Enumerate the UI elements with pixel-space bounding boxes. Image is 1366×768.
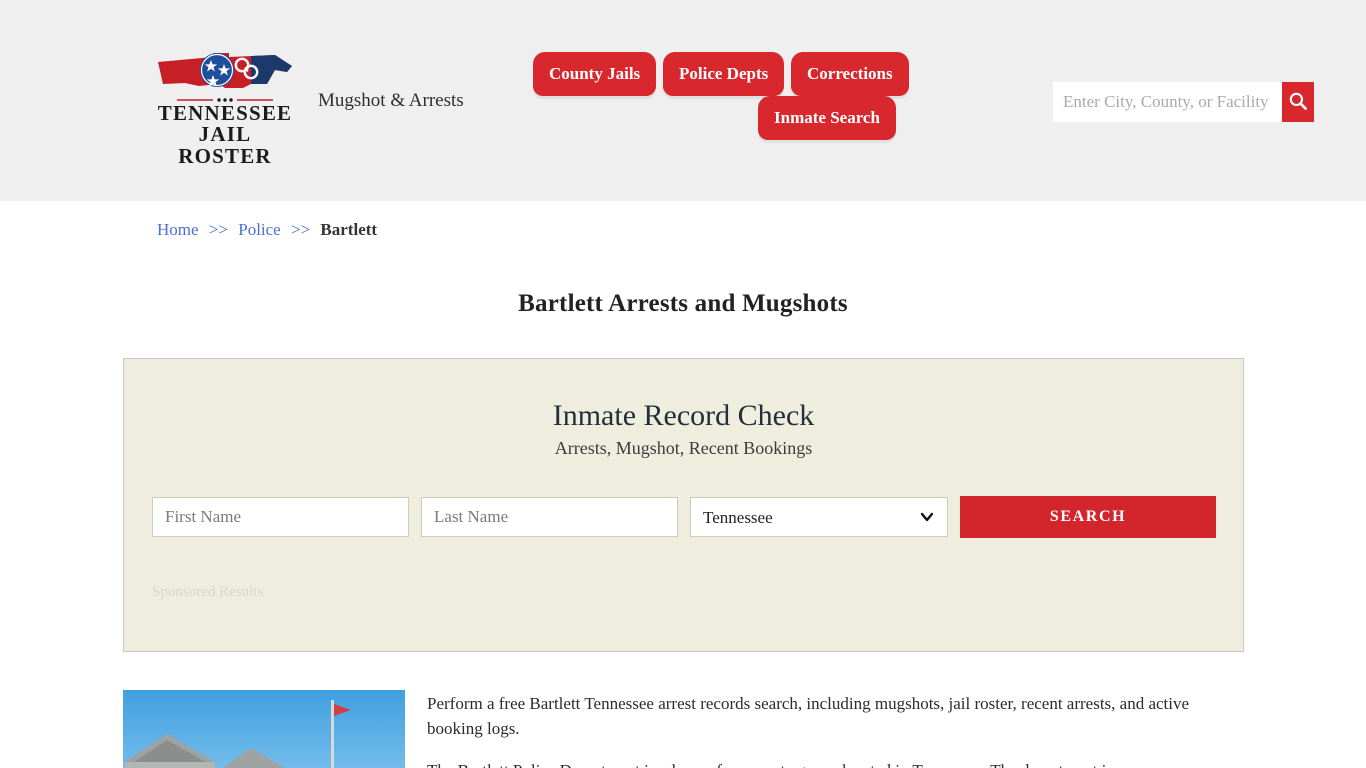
page-root: TENNESSEE JAIL ROSTER Mugshot & Arrests … (0, 0, 1366, 768)
nav-item-inmate-search[interactable]: Inmate Search (758, 96, 896, 140)
box-title: Inmate Record Check (552, 399, 815, 432)
breadcrumb-separator-2: >> (290, 220, 311, 239)
sponsored-results-label: Sponsored Results (152, 584, 264, 600)
breadcrumb-link-home[interactable]: Home (157, 220, 199, 239)
page-title: Bartlett Arrests and Mugshots (518, 289, 848, 317)
site-logo[interactable]: TENNESSEE JAIL ROSTER (155, 50, 295, 166)
logo-divider (177, 97, 273, 103)
logo-line-1: TENNESSEE (157, 101, 293, 125)
article-paragraph-2: The Bartlett Police Department is a law … (427, 759, 1244, 768)
breadcrumb-current: Bartlett (320, 220, 378, 239)
nav-item-corrections[interactable]: Corrections (791, 52, 909, 96)
article-section: Perform a free Bartlett Tennessee arrest… (123, 690, 1244, 768)
header-search-input[interactable] (1053, 82, 1282, 122)
article-paragraph-1: Perform a free Bartlett Tennessee arrest… (427, 694, 1190, 738)
header-inner: TENNESSEE JAIL ROSTER Mugshot & Arrests … (123, 0, 1314, 201)
logo-line-2: JAIL ROSTER (178, 122, 272, 168)
site-header: TENNESSEE JAIL ROSTER Mugshot & Arrests … (0, 0, 1366, 201)
breadcrumb: Home >> Police >> Bartlett (157, 220, 377, 240)
tennessee-state-handcuffs-icon (155, 50, 295, 102)
box-subtitle: Arrests, Mugshot, Recent Bookings (554, 438, 813, 458)
breadcrumb-separator-1: >> (208, 220, 228, 239)
state-select[interactable]: Tennessee (690, 497, 949, 537)
site-tagline: Mugshot & Arrests (318, 90, 464, 111)
logo-wordmark: TENNESSEE JAIL ROSTER (155, 101, 295, 168)
inmate-search-form: Tennessee SEARCH (152, 496, 1216, 538)
police-department-building-photo (123, 690, 405, 768)
nav-item-police-depts[interactable]: Police Depts (663, 52, 785, 96)
search-icon (1288, 91, 1308, 114)
first-name-input[interactable] (152, 497, 410, 537)
header-search (1053, 82, 1314, 122)
main-navigation: County Jails Police Depts Corrections In… (533, 52, 928, 152)
inmate-search-button[interactable]: SEARCH (960, 496, 1216, 538)
last-name-input[interactable] (421, 497, 679, 537)
state-select-wrapper: Tennessee (690, 497, 949, 537)
breadcrumb-link-police[interactable]: Police (238, 220, 281, 239)
inmate-record-check-box: Inmate Record Check Arrests, Mugshot, Re… (123, 358, 1244, 652)
nav-item-county-jails[interactable]: County Jails (533, 52, 657, 96)
article-copy: Perform a free Bartlett Tennessee arrest… (427, 690, 1244, 768)
header-search-button[interactable] (1282, 82, 1314, 122)
